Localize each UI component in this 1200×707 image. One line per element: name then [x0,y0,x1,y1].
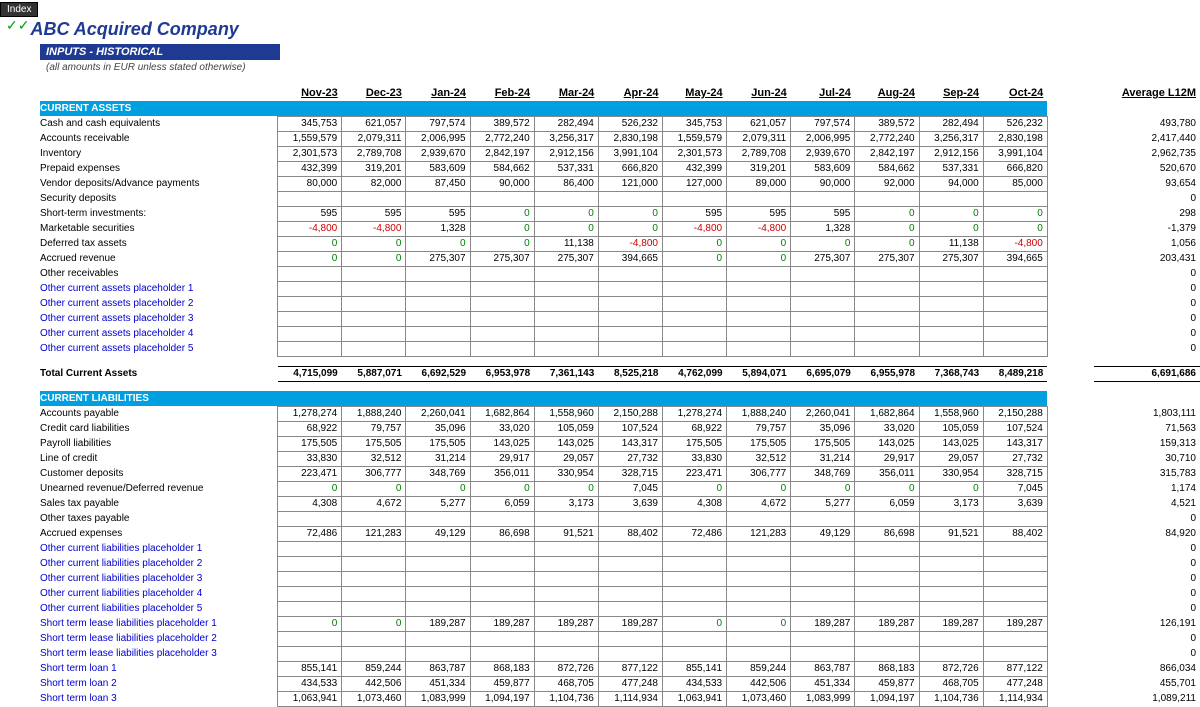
table-row[interactable]: Payroll liabilities175,505175,505175,505… [40,436,1200,451]
table-row[interactable]: Other current assets placeholder 30 [40,311,1200,326]
table-row[interactable]: Deferred tax assets000011,138-4,80000001… [40,236,1200,251]
table-row[interactable]: Unearned revenue/Deferred revenue000007,… [40,481,1200,496]
table-row[interactable]: Other current assets placeholder 10 [40,281,1200,296]
table-row[interactable]: Other current liabilities placeholder 20 [40,556,1200,571]
table-row[interactable]: Other current liabilities placeholder 40 [40,586,1200,601]
table-row[interactable]: Line of credit33,83032,51231,21429,91729… [40,451,1200,466]
company-title: ABC Acquired Company [30,19,238,40]
section-subtitle: (all amounts in EUR unless stated otherw… [40,60,1200,75]
table-row[interactable]: Other current liabilities placeholder 30 [40,571,1200,586]
current-liabilities-header: CURRENT LIABILITIES [40,391,1200,406]
table-row[interactable]: Short term lease liabilities placeholder… [40,631,1200,646]
table-row[interactable]: Sales tax payable4,3084,6725,2776,0593,1… [40,496,1200,511]
table-row[interactable]: Other current liabilities placeholder 50 [40,601,1200,616]
table-row[interactable]: Accounts receivable1,559,5792,079,3112,0… [40,131,1200,146]
table-row[interactable]: Short-term investments:59559559500059559… [40,206,1200,221]
table-row[interactable]: Credit card liabilities68,92279,75735,09… [40,421,1200,436]
section-header: INPUTS - HISTORICAL [40,44,280,60]
check-icon: ✓✓ [6,17,29,34]
table-row[interactable]: Prepaid expenses432,399319,201583,609584… [40,161,1200,176]
table-row[interactable]: Marketable securities-4,800-4,8001,32800… [40,221,1200,236]
table-row[interactable]: Other receivables0 [40,266,1200,281]
table-row[interactable]: Customer deposits223,471306,777348,76935… [40,466,1200,481]
table-row[interactable]: Other current assets placeholder 20 [40,296,1200,311]
table-row[interactable]: Cash and cash equivalents345,753621,0577… [40,116,1200,131]
table-row[interactable]: Accounts payable1,278,2741,888,2402,260,… [40,406,1200,421]
table-row[interactable]: Short term lease liabilities placeholder… [40,646,1200,661]
table-row[interactable]: Accrued expenses72,486121,28349,12986,69… [40,526,1200,541]
current-assets-header: CURRENT ASSETS [40,101,1200,116]
table-row[interactable]: Short term loan 31,063,9411,073,4601,083… [40,691,1200,706]
table-row[interactable]: Other current liabilities placeholder 10 [40,541,1200,556]
table-row[interactable]: Other current assets placeholder 40 [40,326,1200,341]
index-button[interactable]: Index [0,2,38,17]
total-current-assets: Total Current Assets4,715,0995,887,0716,… [40,366,1200,381]
table-row[interactable]: Vendor deposits/Advance payments80,00082… [40,176,1200,191]
data-table: Nov-23Dec-23Jan-24Feb-24Mar-24Apr-24May-… [40,85,1200,707]
table-row[interactable]: Short term lease liabilities placeholder… [40,616,1200,631]
header-row: Nov-23Dec-23Jan-24Feb-24Mar-24Apr-24May-… [40,85,1200,101]
table-row[interactable]: Accrued revenue00275,307275,307275,30739… [40,251,1200,266]
table-row[interactable]: Security deposits0 [40,191,1200,206]
table-row[interactable]: Short term loan 2434,533442,506451,33445… [40,676,1200,691]
table-row[interactable]: Other taxes payable0 [40,511,1200,526]
table-row[interactable]: Inventory2,301,5732,789,7082,939,6702,84… [40,146,1200,161]
table-row[interactable]: Other current assets placeholder 50 [40,341,1200,356]
table-row[interactable]: Short term loan 1855,141859,244863,78786… [40,661,1200,676]
